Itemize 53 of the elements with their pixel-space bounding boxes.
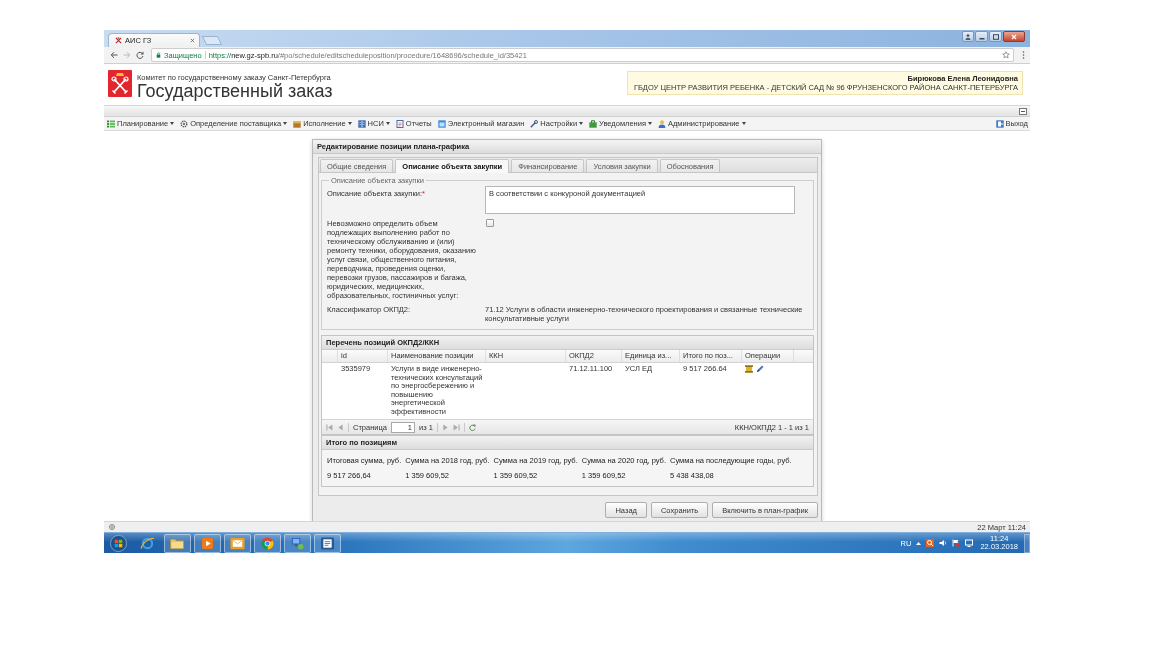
first-page-icon[interactable]	[326, 423, 333, 431]
briefcase-icon	[589, 119, 598, 128]
flag-icon[interactable]	[952, 539, 961, 547]
mail-icon	[230, 536, 245, 550]
site-title: Государственный заказ	[137, 82, 333, 101]
menu-icon[interactable]	[1022, 51, 1025, 59]
pencil-icon[interactable]	[756, 365, 764, 373]
magnifier-icon[interactable]	[926, 539, 935, 547]
last-page-icon[interactable]	[452, 423, 460, 431]
play-icon	[202, 537, 213, 549]
scroll-icon[interactable]	[745, 365, 753, 373]
back-icon[interactable]	[110, 51, 118, 59]
star-icon[interactable]	[1002, 51, 1010, 59]
previous-page-icon[interactable]	[337, 423, 344, 431]
close-button[interactable]	[1003, 31, 1025, 42]
profile-button[interactable]	[962, 31, 974, 42]
close-icon	[1011, 33, 1017, 40]
reload-icon[interactable]	[136, 51, 144, 59]
gear-icon	[180, 119, 189, 128]
ring-icon	[140, 536, 155, 550]
maximize-button[interactable]	[989, 31, 1002, 42]
start-button[interactable]	[107, 533, 129, 553]
next-page-icon[interactable]	[441, 423, 449, 431]
crossed-keys-icon	[115, 37, 122, 44]
speaker-icon[interactable]	[939, 539, 948, 547]
person-icon	[658, 119, 666, 128]
wrench-icon	[530, 119, 539, 128]
taskbar-app-button[interactable]	[314, 533, 341, 553]
box-icon	[293, 119, 302, 128]
orb-icon	[109, 534, 127, 552]
maximize-icon	[992, 33, 999, 40]
collapse-icon[interactable]	[1019, 107, 1027, 115]
taskbar-app-button[interactable]	[194, 533, 221, 553]
computer-icon	[290, 536, 305, 550]
person-icon	[965, 33, 971, 40]
minimize-button[interactable]	[975, 31, 988, 42]
taskbar-app-button[interactable]	[284, 533, 311, 553]
lock-icon	[156, 52, 161, 58]
close-icon[interactable]	[190, 38, 195, 43]
chevron-up-icon[interactable]	[916, 541, 922, 545]
monitor-icon[interactable]	[965, 539, 974, 547]
globe-icon	[109, 524, 115, 530]
crossed-keys-icon	[108, 70, 132, 97]
taskbar-app-button[interactable]	[224, 533, 251, 553]
list-icon	[107, 119, 115, 128]
window-icon	[437, 119, 446, 128]
show-desktop-button[interactable]	[1024, 533, 1030, 553]
page-icon	[320, 536, 335, 550]
folder-icon	[170, 536, 185, 550]
checkbox[interactable]	[486, 219, 494, 227]
wheel-icon	[260, 536, 275, 550]
taskbar-app-button[interactable]	[164, 533, 191, 553]
refresh-icon[interactable]	[468, 423, 476, 431]
